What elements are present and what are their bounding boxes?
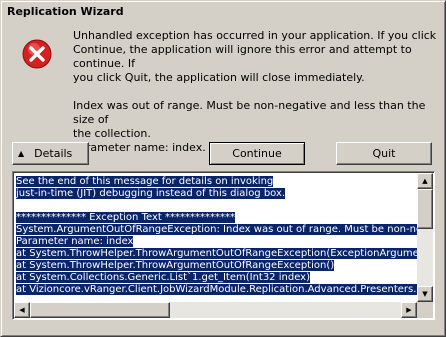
details-line: at System.ThrowHelper.ThrowArgumentOutOf…: [16, 260, 335, 271]
message-line: Index was out of range. Must be non-nega…: [73, 99, 426, 126]
message-line: the collection.: [73, 127, 151, 140]
scroll-right-icon[interactable]: ▶: [401, 302, 417, 318]
details-line: Parameter name: index: [16, 236, 134, 247]
title-bar[interactable]: Replication Wizard: [3, 3, 443, 21]
error-icon: [22, 39, 52, 69]
details-line: ************** Exception Text **********…: [16, 212, 235, 223]
details-text[interactable]: See the end of this message for details …: [16, 176, 417, 303]
message-line: Unhandled exception has occurred in your…: [73, 29, 437, 42]
error-message: Unhandled exception has occurred in your…: [73, 29, 439, 155]
details-line: at System.Collections.Generic.List`1.get…: [16, 272, 310, 283]
quit-button-label: Quit: [372, 147, 396, 160]
details-line: See the end of this message for details …: [16, 176, 274, 187]
continue-button[interactable]: Continue: [209, 142, 305, 165]
scroll-down-icon[interactable]: ▼: [417, 286, 433, 302]
details-line: at Vizioncore.vRanger.Client.JobWizardMo…: [16, 284, 417, 295]
vertical-scroll-thumb[interactable]: [417, 189, 433, 229]
details-line: just-in-time (JIT) debugging instead of …: [16, 188, 286, 199]
scroll-up-icon[interactable]: ▲: [417, 173, 433, 189]
vertical-scrollbar[interactable]: ▲ ▼: [417, 173, 433, 302]
details-button-label: Details: [34, 147, 73, 160]
message-line: Continue, the application will ignore th…: [73, 43, 412, 70]
horizontal-scrollbar[interactable]: ◀ ▶: [14, 302, 417, 318]
window-title: Replication Wizard: [7, 5, 124, 18]
details-line: at System.ThrowHelper.ThrowArgumentOutOf…: [16, 248, 417, 259]
scrollbar-corner: [417, 302, 433, 318]
details-textbox[interactable]: See the end of this message for details …: [12, 171, 435, 320]
continue-button-label: Continue: [232, 147, 282, 160]
quit-button[interactable]: Quit: [336, 142, 432, 165]
message-line: you click Quit, the application will clo…: [73, 71, 365, 84]
collapse-arrow-icon: ▲: [18, 149, 25, 158]
horizontal-scroll-thumb[interactable]: [30, 302, 170, 318]
scroll-left-icon[interactable]: ◀: [14, 302, 30, 318]
dialog-window: Replication Wizard Unhandled exception h…: [0, 0, 446, 337]
details-line: System.ArgumentOutOfRangeException: Inde…: [16, 224, 417, 235]
details-button[interactable]: ▲ Details: [12, 142, 89, 165]
